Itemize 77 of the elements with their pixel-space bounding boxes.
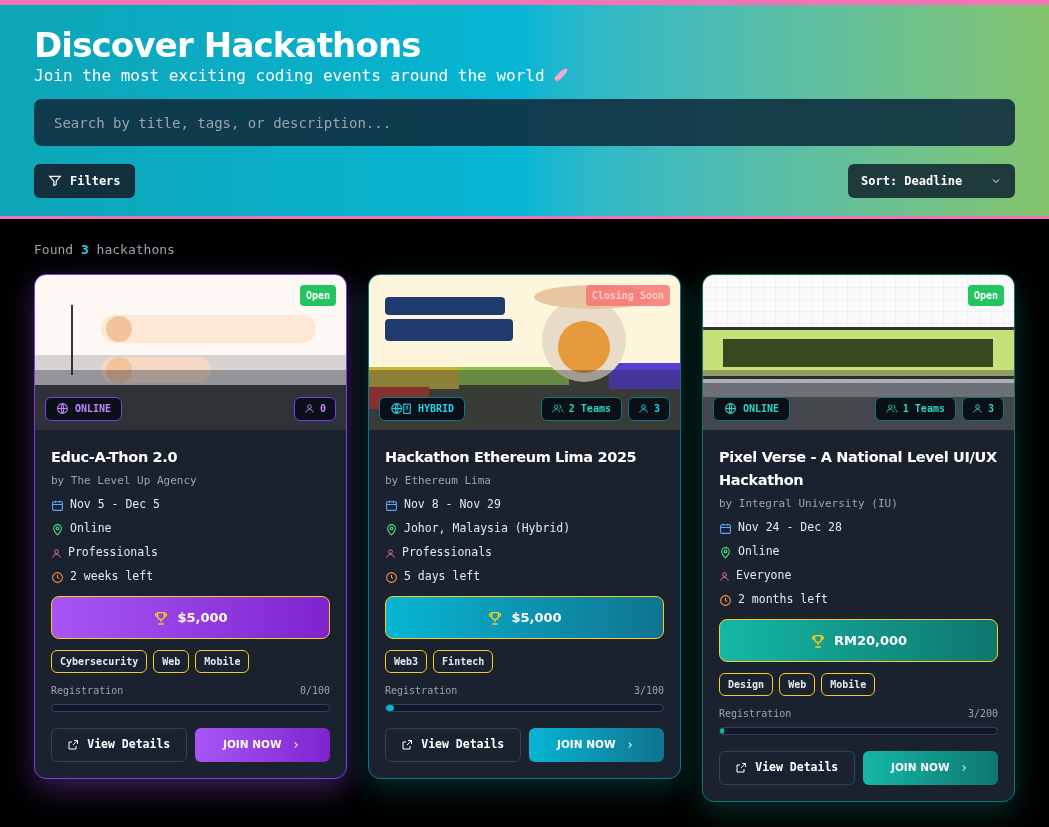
card-title: Educ-A-Thon 2.0	[51, 447, 179, 467]
user-icon	[971, 403, 983, 414]
tag-chip: Web3	[385, 650, 428, 673]
detail-text: Online	[738, 543, 780, 561]
detail-text: Professionals	[68, 544, 158, 562]
tag-chip: Web	[779, 673, 816, 696]
users-icon	[885, 403, 898, 414]
view-details-button[interactable]: View Details	[385, 728, 521, 762]
users-icon	[551, 403, 564, 414]
detail-text: 2 months left	[738, 591, 828, 609]
detail-text: Online	[70, 520, 112, 538]
user-icon	[637, 403, 649, 414]
view-details-button[interactable]: View Details	[51, 728, 187, 762]
registration-count: 3/100	[633, 684, 664, 698]
calendar-icon	[385, 498, 398, 512]
join-now-button[interactable]: JOIN NOW	[194, 728, 330, 762]
prize-banner: RM20,000	[719, 619, 998, 662]
registration-label: Registration	[719, 707, 792, 721]
mode-badge: ONLINE	[45, 396, 123, 421]
trophy-icon	[487, 609, 504, 626]
clock-icon	[385, 570, 398, 584]
location-pin-icon	[719, 545, 732, 559]
external-link-icon	[67, 739, 80, 751]
detail-text: Professionals	[402, 544, 492, 562]
card-title: Pixel Verse - A National Level UI/UX Hackathon	[719, 447, 998, 490]
clock-icon	[51, 570, 64, 584]
organizer-text: by Integral University (IU)	[719, 495, 899, 512]
prize-banner: $5,000	[385, 596, 664, 639]
clock-icon	[719, 593, 732, 607]
filters-button[interactable]: Filters	[34, 164, 135, 198]
detail-text: Nov 8 - Nov 29	[404, 496, 501, 514]
calendar-icon	[51, 498, 64, 512]
globe-building-icon	[390, 402, 412, 415]
sort-dropdown[interactable]: Sort: Deadline	[848, 164, 1015, 198]
user-icon	[719, 570, 730, 582]
location-pin-icon	[51, 522, 64, 536]
external-link-icon	[735, 762, 748, 774]
tag-chip: Web	[153, 650, 190, 673]
trophy-icon	[153, 609, 170, 626]
registration-label: Registration	[51, 684, 124, 698]
prize-banner: $5,000	[51, 596, 330, 639]
join-now-button[interactable]: JOIN NOW	[862, 751, 998, 785]
detail-text: 2 weeks left	[70, 568, 154, 586]
card-title: Hackathon Ethereum Lima 2025	[385, 447, 638, 467]
page-title: Discover Hackathons	[34, 25, 421, 65]
organizer-text: by Ethereum Lima	[385, 472, 492, 489]
tag-chip: Design	[719, 673, 774, 696]
globe-icon	[56, 402, 69, 415]
detail-text: Nov 24 - Dec 28	[738, 519, 842, 537]
globe-icon	[724, 402, 737, 415]
detail-text: Nov 5 - Dec 5	[70, 496, 160, 514]
filter-icon	[48, 174, 62, 188]
mode-badge: HYBRID	[379, 396, 466, 421]
search-field[interactable]: Search by title, tags, or description...	[34, 99, 1015, 146]
page-subtitle: Join the most exciting coding events around the world	[34, 65, 545, 87]
tag-chip: Mobile	[821, 673, 876, 696]
tag-chip: Cybersecurity	[51, 650, 148, 673]
organizer-text: by The Level Up Agency	[51, 472, 198, 489]
calendar-icon	[719, 521, 732, 535]
join-now-button[interactable]: JOIN NOW	[528, 728, 664, 762]
user-icon	[385, 547, 396, 559]
detail-text: 5 days left	[404, 568, 481, 586]
external-link-icon	[401, 739, 414, 751]
registration-count: 3/200	[967, 707, 998, 721]
mode-badge: ONLINE	[713, 396, 791, 421]
registration-label: Registration	[385, 684, 458, 698]
view-details-button[interactable]: View Details	[719, 751, 855, 785]
trophy-icon	[809, 632, 826, 649]
tag-chip: Mobile	[195, 650, 250, 673]
detail-text: Johor, Malaysia (Hybrid)	[404, 520, 571, 538]
location-pin-icon	[385, 522, 398, 536]
user-icon	[303, 403, 315, 414]
registration-count: 0/100	[299, 684, 330, 698]
results-count: Found 3 hackathons	[34, 241, 176, 259]
user-icon	[51, 547, 62, 559]
detail-text: Everyone	[736, 567, 792, 585]
tag-chip: Fintech	[433, 650, 494, 673]
